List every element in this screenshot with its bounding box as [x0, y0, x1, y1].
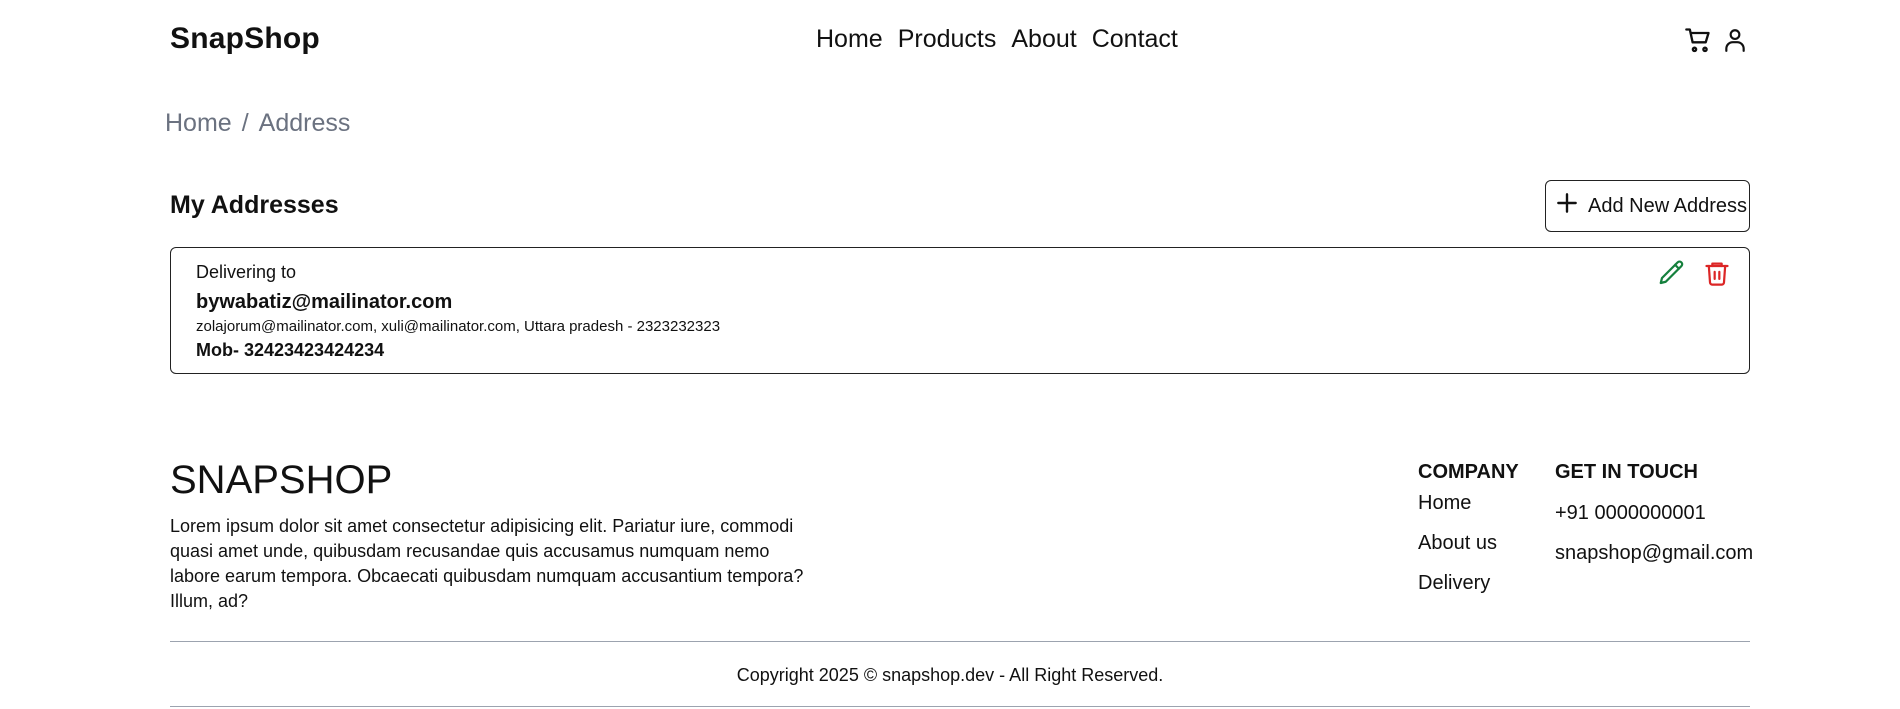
- footer-phone: +91 0000000001: [1555, 502, 1706, 524]
- header-actions: [1684, 26, 1748, 54]
- footer-contact-title: GET IN TOUCH: [1555, 461, 1698, 483]
- footer-link-about[interactable]: About us: [1418, 532, 1497, 555]
- footer-link-delivery[interactable]: Delivery: [1418, 572, 1490, 595]
- footer-link-home[interactable]: Home: [1418, 492, 1471, 515]
- breadcrumb-current: Address: [258, 109, 351, 137]
- address-mobile: Mob- 32423423424234: [196, 340, 385, 360]
- delivering-label: Delivering to: [196, 262, 297, 282]
- page-title: My Addresses: [170, 191, 339, 219]
- nav-products[interactable]: Products: [898, 25, 997, 54]
- main-nav: Home Products About Contact: [816, 25, 1178, 54]
- footer-email: snapshop@gmail.com: [1555, 542, 1754, 564]
- user-icon[interactable]: [1722, 26, 1748, 54]
- breadcrumb: Home / Address: [165, 109, 350, 138]
- footer-logo: SNAPSHOP: [170, 458, 393, 502]
- nav-contact[interactable]: Contact: [1092, 25, 1178, 54]
- address-actions: [1657, 258, 1731, 293]
- footer-company-title: COMPANY: [1418, 461, 1519, 483]
- cart-icon[interactable]: [1684, 26, 1712, 54]
- add-address-button[interactable]: Add New Address: [1545, 180, 1750, 232]
- site-logo[interactable]: SnapShop: [170, 22, 320, 56]
- nav-about[interactable]: About: [1011, 25, 1076, 54]
- footer-description: Lorem ipsum dolor sit amet consectetur a…: [170, 516, 804, 611]
- page: SnapShop Home Products About Contact Hom…: [0, 0, 1900, 709]
- nav-home[interactable]: Home: [816, 25, 883, 54]
- footer-divider-bottom: [170, 706, 1750, 707]
- breadcrumb-home[interactable]: Home: [165, 109, 232, 138]
- footer-divider-top: [170, 641, 1750, 642]
- address-details: zolajorum@mailinator.com, xuli@mailinato…: [196, 318, 721, 335]
- edit-pencil-icon[interactable]: [1657, 258, 1687, 293]
- address-name: bywabatiz@mailinator.com: [196, 291, 453, 313]
- copyright-text: Copyright 2025 © snapshop.dev - All Righ…: [736, 665, 1164, 685]
- address-card: Delivering to bywabatiz@mailinator.com z…: [170, 247, 1750, 374]
- delete-trash-icon[interactable]: [1703, 258, 1731, 293]
- breadcrumb-separator: /: [241, 109, 249, 137]
- add-address-label: Add New Address: [1588, 194, 1747, 217]
- plus-icon: [1554, 190, 1580, 222]
